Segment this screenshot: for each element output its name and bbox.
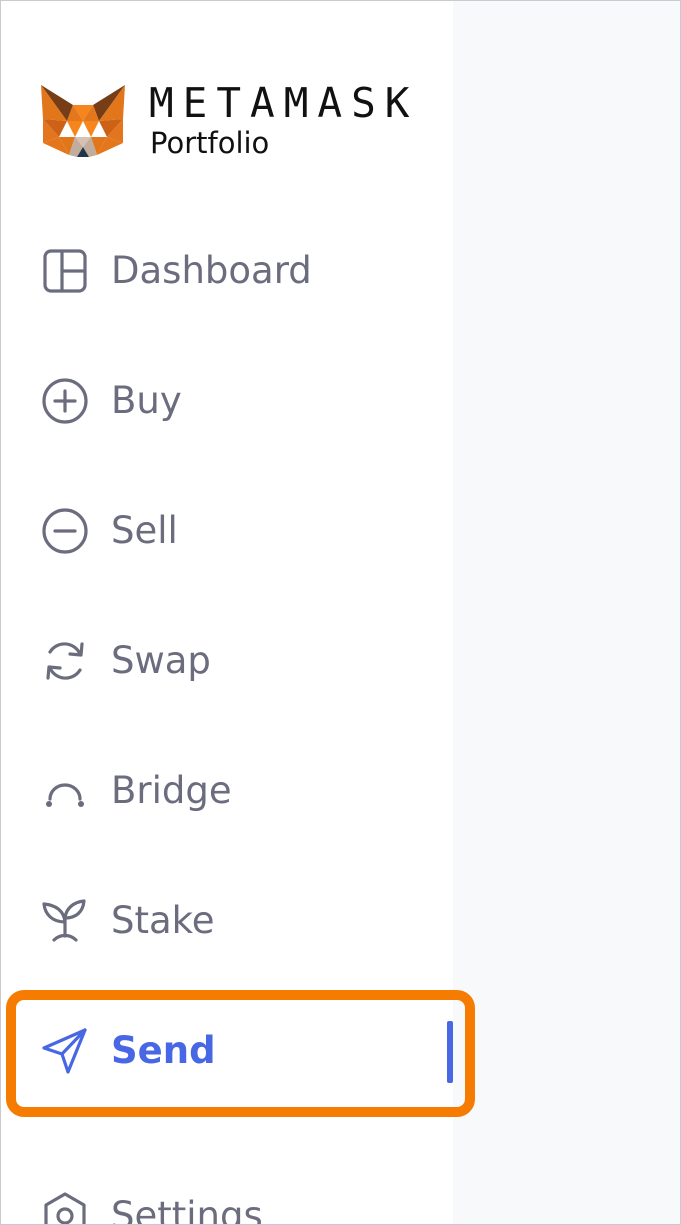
brand-wordmark: METAMASK <box>149 79 419 127</box>
sprout-icon <box>39 895 91 947</box>
nav-label-swap: Swap <box>111 639 211 682</box>
nav-label-send: Send <box>111 1029 216 1072</box>
nav-label-sell: Sell <box>111 509 178 552</box>
nav-item-settings[interactable]: Settings <box>1 1181 453 1224</box>
metamask-fox-icon <box>41 85 125 157</box>
nav-item-buy[interactable]: Buy <box>1 366 453 436</box>
nav-item-swap[interactable]: Swap <box>1 626 453 696</box>
sidebar: METAMASK Portfolio Dashboard Buy Sell Sw… <box>1 1 453 1224</box>
minus-circle-icon <box>39 505 91 557</box>
nav-label-dashboard: Dashboard <box>111 249 312 292</box>
nav-label-bridge: Bridge <box>111 769 232 812</box>
nav-label-buy: Buy <box>111 379 182 422</box>
brand-product: Portfolio <box>150 126 270 160</box>
nav-label-stake: Stake <box>111 899 215 942</box>
bridge-arc-icon <box>39 765 91 817</box>
swap-arrows-icon <box>39 635 91 687</box>
nav-label-settings: Settings <box>111 1194 263 1224</box>
send-plane-icon <box>39 1025 91 1077</box>
main-content <box>453 1 680 1224</box>
nav-item-dashboard[interactable]: Dashboard <box>1 236 453 306</box>
dashboard-icon <box>39 245 91 297</box>
nav-item-send[interactable]: Send <box>1 1016 453 1086</box>
nav-item-sell[interactable]: Sell <box>1 496 453 566</box>
brand-logo[interactable]: METAMASK Portfolio <box>39 81 439 161</box>
nav-item-bridge[interactable]: Bridge <box>1 756 453 826</box>
nav-item-stake[interactable]: Stake <box>1 886 453 956</box>
plus-circle-icon <box>39 375 91 427</box>
settings-icon <box>39 1190 91 1224</box>
